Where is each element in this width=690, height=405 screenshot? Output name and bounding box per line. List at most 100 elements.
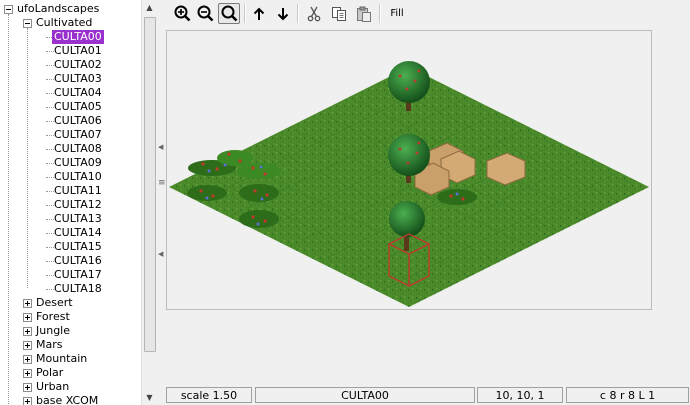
- tree-item-label: CULTA09: [54, 156, 102, 169]
- tree-map-item[interactable]: CULTA12: [0, 198, 140, 212]
- tree-connector: [27, 28, 28, 288]
- tree-map-item[interactable]: CULTA10: [0, 170, 140, 184]
- zoom-fit-icon: [221, 5, 237, 22]
- expand-icon[interactable]: [23, 299, 32, 308]
- tree-item-label: CULTA07: [54, 128, 102, 141]
- tree-item-label: CULTA10: [54, 170, 102, 183]
- tree-item-label: Urban: [36, 380, 70, 393]
- copy-button[interactable]: [329, 3, 349, 24]
- cut-button[interactable]: [304, 3, 324, 24]
- tree-item-label: CULTA16: [54, 254, 102, 267]
- tree-item-label: CULTA13: [54, 212, 102, 225]
- tree-item-label: CULTA11: [54, 184, 102, 197]
- expand-icon[interactable]: [23, 383, 32, 392]
- collapse-left-icon-2[interactable]: ◀: [158, 250, 163, 258]
- toolbar: Fill: [165, 0, 690, 27]
- tree-group-item[interactable]: Mountain: [0, 352, 140, 366]
- tree-group-item[interactable]: Desert: [0, 296, 140, 310]
- tree-map-item[interactable]: CULTA04: [0, 86, 140, 100]
- zoom-fit-button[interactable]: [218, 3, 240, 24]
- tree-map-item[interactable]: CULTA13: [0, 212, 140, 226]
- tree-map-item[interactable]: CULTA01: [0, 44, 140, 58]
- tree-map-item[interactable]: CULTA05: [0, 100, 140, 114]
- tree-map-item[interactable]: CULTA11: [0, 184, 140, 198]
- map-render[interactable]: [167, 31, 651, 309]
- tree-group-item[interactable]: Polar: [0, 366, 140, 380]
- tree-map-item[interactable]: CULTA16: [0, 254, 140, 268]
- tree-group-item[interactable]: Mars: [0, 338, 140, 352]
- fill-button[interactable]: Fill: [384, 3, 410, 24]
- status-dimensions: c 8 r 8 L 1: [566, 387, 689, 403]
- tree-item-label: Polar: [36, 366, 64, 379]
- tree-root-item[interactable]: ufoLandscapes: [0, 2, 140, 16]
- scissors-icon: [307, 6, 321, 21]
- tree-item-label: Desert: [36, 296, 73, 309]
- tree-item-label: CULTA06: [54, 114, 102, 127]
- expand-icon[interactable]: [23, 327, 32, 336]
- tree-item-label: Jungle: [36, 324, 70, 337]
- zoom-in-icon: [174, 5, 190, 22]
- tree-item-label: CULTA02: [54, 58, 102, 71]
- arrow-up-icon: [253, 7, 265, 20]
- tree-map-item[interactable]: CULTA18: [0, 282, 140, 296]
- tree-item-label: Mountain: [36, 352, 88, 365]
- map-tree-panel[interactable]: ufoLandscapes Cultivated CULTA00 CULTA01 CUL…: [0, 0, 158, 405]
- tree-item-label: CULTA08: [54, 142, 102, 155]
- tree-scrollbar[interactable]: ▲ ▼: [141, 0, 157, 405]
- scroll-down-icon[interactable]: ▼: [142, 390, 157, 405]
- tree-item-label: CULTA12: [54, 198, 102, 211]
- panel-splitter[interactable]: ◀ ≡ ◀: [157, 0, 166, 405]
- tree-map-item[interactable]: CULTA06: [0, 114, 140, 128]
- toolbar-separator: [244, 4, 246, 23]
- expand-icon[interactable]: [23, 341, 32, 350]
- collapse-icon[interactable]: [23, 19, 32, 28]
- tree-item-label: base XCOM: [36, 394, 99, 405]
- paste-button[interactable]: [354, 3, 374, 24]
- expand-icon[interactable]: [23, 369, 32, 378]
- copy-icon: [332, 6, 346, 21]
- zoom-out-button[interactable]: [195, 3, 215, 24]
- scroll-up-icon[interactable]: ▲: [142, 0, 157, 15]
- tree-item-label: CULTA01: [54, 44, 102, 57]
- scroll-thumb[interactable]: [144, 17, 156, 352]
- tree-item-label: Forest: [36, 310, 70, 323]
- tree-item-label: Cultivated: [36, 16, 93, 29]
- level-down-button[interactable]: [273, 3, 293, 24]
- collapse-icon[interactable]: [4, 5, 13, 14]
- tree-group-item[interactable]: Urban: [0, 380, 140, 394]
- expand-icon[interactable]: [23, 355, 32, 364]
- status-scale: scale 1.50: [166, 387, 252, 403]
- map-viewport[interactable]: [165, 29, 690, 385]
- map-canvas[interactable]: [166, 30, 652, 310]
- toolbar-separator: [297, 4, 299, 23]
- tree-group-item[interactable]: base XCOM: [0, 394, 140, 405]
- status-cursor-position: 10, 10, 1: [477, 387, 563, 403]
- tree-map-item[interactable]: CULTA17: [0, 268, 140, 282]
- expand-icon[interactable]: [23, 313, 32, 322]
- tree-map-item[interactable]: CULTA00: [0, 29, 140, 45]
- fill-label: Fill: [390, 8, 404, 19]
- collapse-left-icon[interactable]: ◀: [158, 143, 163, 151]
- paste-icon: [357, 6, 371, 22]
- zoom-in-button[interactable]: [172, 3, 192, 24]
- tree-item-label: Mars: [36, 338, 63, 351]
- toolbar-separator: [379, 4, 381, 23]
- status-bar: scale 1.50 CULTA00 10, 10, 1 c 8 r 8 L 1: [165, 386, 690, 405]
- tree-map-item[interactable]: CULTA08: [0, 142, 140, 156]
- tree-group-cultivated[interactable]: Cultivated: [0, 16, 140, 30]
- tree-map-item[interactable]: CULTA02: [0, 58, 140, 72]
- tree-group-item[interactable]: Forest: [0, 310, 140, 324]
- tree-map-item[interactable]: CULTA07: [0, 128, 140, 142]
- tree-group-item[interactable]: Jungle: [0, 324, 140, 338]
- tree-map-item[interactable]: CULTA09: [0, 156, 140, 170]
- tree-item-label: CULTA15: [54, 240, 102, 253]
- level-up-button[interactable]: [249, 3, 269, 24]
- arrow-down-icon: [277, 7, 289, 20]
- tree-item-label: CULTA04: [54, 86, 102, 99]
- tree-map-item[interactable]: CULTA03: [0, 72, 140, 86]
- expand-icon[interactable]: [23, 397, 32, 405]
- tree-map-item[interactable]: CULTA15: [0, 240, 140, 254]
- tree-item-label: CULTA05: [54, 100, 102, 113]
- tree-map-item[interactable]: CULTA14: [0, 226, 140, 240]
- tree-item-label: CULTA00: [51, 29, 105, 45]
